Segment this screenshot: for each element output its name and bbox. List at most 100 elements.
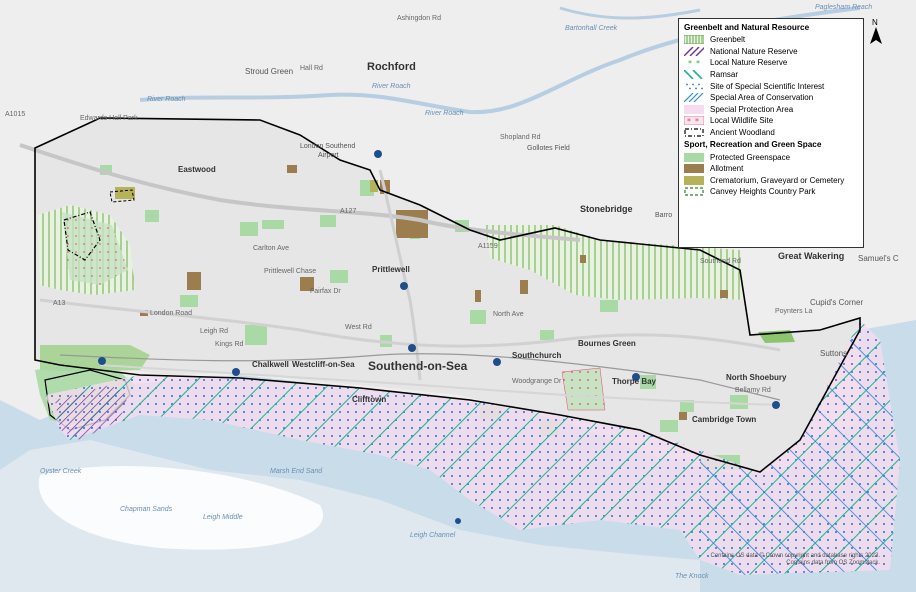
spa-swatch-icon (684, 104, 704, 114)
label-clifftown: Clifftown (352, 395, 386, 404)
svg-text:*: * (688, 59, 692, 67)
legend-label-greenbelt: Greenbelt (710, 35, 746, 45)
legend-label-nnr: National Nature Reserve (710, 46, 798, 56)
legend-row-cemetery: Crematorium, Graveyard or Cemetery (684, 175, 858, 187)
legend-label-spa: Special Protection Area (710, 104, 794, 114)
label-stroud-green: Stroud Green (245, 67, 293, 76)
legend-row-nnr: National Nature Reserve (684, 46, 858, 58)
label-airport: London Southend (300, 143, 355, 150)
label-north-ave: North Ave (493, 311, 524, 318)
legend-label-lws: Local Wildlife Site (710, 116, 774, 126)
label-chalkwell: Chalkwell (252, 360, 289, 369)
greenspace-swatch-icon (684, 152, 704, 162)
legend-row-lnr: * * Local Nature Reserve (684, 57, 858, 69)
legend-row-lws: * * Local Wildlife Site (684, 115, 858, 127)
sssi-swatch-icon (686, 83, 703, 90)
thorpe-bay-wildlife-site (561, 367, 606, 411)
label-prittlewell-chase: Prittlewell Chase (264, 268, 316, 275)
label-river-roach-3: River Roach (425, 110, 464, 117)
ancient-woodland-swatch-icon (684, 128, 704, 137)
label-the-knock: The Knock (675, 573, 709, 580)
label-eastwood: Eastwood (178, 165, 216, 174)
legend-label-country-park: Canvey Heights Country Park (710, 187, 816, 197)
north-label: N (872, 18, 878, 27)
label-stonebridge: Stonebridge (580, 204, 633, 214)
legend-row-sssi: Site of Special Scientific Interest (684, 80, 858, 92)
label-ashingdon-rd: Ashingdon Rd (397, 15, 441, 22)
legend-row-ramsar: Ramsar (684, 69, 858, 81)
cemetery-swatch-icon (684, 175, 704, 185)
label-suttons: Suttons (820, 349, 847, 358)
legend-label-allotment: Allotment (710, 164, 744, 174)
legend-row-country-park: Canvey Heights Country Park (684, 186, 858, 198)
label-bournes-green: Bournes Green (578, 339, 636, 348)
label-southchurch: Southchurch (512, 351, 561, 360)
label-a1015: A1015 (5, 111, 25, 118)
label-london-road: London Road (150, 310, 192, 317)
label-north-shoebury: North Shoebury (726, 373, 787, 382)
sac-swatch-icon (684, 93, 704, 103)
legend-label-lnr: Local Nature Reserve (710, 58, 788, 68)
map-attribution: Contains OS data © Crown copyright and d… (710, 553, 880, 566)
legend-label-ancient-woodland: Ancient Woodland (710, 128, 775, 138)
legend-heading-green: Sport, Recreation and Green Space (684, 140, 822, 150)
legend-row-allotment: Allotment (684, 163, 858, 175)
legend-label-greenspace: Protected Greenspace (710, 152, 791, 162)
label-carlton-ave: Carlton Ave (253, 245, 289, 252)
label-leigh-rd: Leigh Rd (200, 328, 228, 335)
label-edwards-hall-park: Edwards Hall Park (80, 115, 138, 122)
label-oyster-creek: Oyster Creek (40, 468, 82, 475)
map-legend: Greenbelt and Natural Resource Greenbelt… (678, 18, 864, 248)
label-bellamy-rd: Bellamy Rd (735, 387, 771, 394)
label-bartonhall-creek: Bartonhall Creek (565, 25, 618, 32)
label-a13: A13 (53, 300, 66, 307)
allotment-swatch-icon (684, 164, 704, 174)
legend-heading-natural: Greenbelt and Natural Resource (684, 23, 810, 32)
legend-row-sac: Special Area of Conservation (684, 92, 858, 104)
legend-row-spa: Special Protection Area (684, 104, 858, 116)
legend-row-greenspace: Protected Greenspace (684, 151, 858, 163)
country-park-swatch-icon (684, 187, 704, 197)
legend-label-ramsar: Ramsar (710, 70, 739, 80)
label-fairfax-dr: Fairfax Dr (310, 288, 341, 295)
label-chapman-sands: Chapman Sands (120, 506, 173, 513)
label-westcliff: Westcliff-on-Sea (292, 360, 355, 369)
label-leigh-middle: Leigh Middle (203, 514, 243, 521)
label-a1159: A1159 (478, 243, 498, 250)
legend-label-sssi: Site of Special Scientific Interest (710, 81, 825, 91)
label-paglesham-reach: Paglesham Reach (815, 4, 872, 11)
label-thorpe-bay: Thorpe Bay (612, 377, 657, 386)
label-poynters-la: Poynters La (775, 308, 812, 315)
lws-swatch-icon: * * (684, 116, 704, 126)
label-southend-rd: Southend Rd (700, 258, 741, 265)
label-kings-rd: Kings Rd (215, 341, 244, 348)
label-rochford: Rochford (367, 61, 416, 73)
label-southend: Southend-on-Sea (368, 359, 468, 373)
svg-text:*: * (695, 117, 699, 125)
north-arrow-icon: N (870, 18, 882, 44)
svg-text:*: * (687, 117, 691, 125)
legend-label-sac: Special Area of Conservation (710, 93, 814, 103)
label-leigh-channel: Leigh Channel (410, 532, 456, 539)
lnr-swatch-icon: * * (688, 59, 700, 67)
label-river-roach-2: River Roach (372, 83, 411, 90)
label-river-roach-1: River Roach (147, 96, 186, 103)
label-woodgrange-dr: Woodgrange Dr (512, 378, 562, 385)
label-barrow: Barro (655, 212, 672, 219)
nnr-swatch-icon (684, 46, 704, 56)
legend-label-cemetery: Crematorium, Graveyard or Cemetery (710, 175, 845, 185)
label-shopland-rd: Shopland Rd (500, 134, 541, 141)
label-west-rd: West Rd (345, 324, 372, 331)
label-prittlewell: Prittlewell (372, 265, 410, 274)
label-great-wakering: Great Wakering (778, 251, 844, 261)
label-airport-2: Airport (318, 152, 339, 159)
svg-text:*: * (696, 59, 700, 67)
label-marsh-end-sand: Marsh End Sand (270, 468, 323, 475)
label-gollotes-field: Gollotes Field (527, 145, 570, 152)
legend-row-greenbelt: Greenbelt (684, 34, 858, 46)
ramsar-swatch-icon (684, 70, 703, 80)
label-cupids-corner: Cupid's Corner (810, 298, 863, 307)
legend-row-ancient-woodland: Ancient Woodland (684, 127, 858, 139)
label-a127: A127 (340, 208, 356, 215)
label-hall-rd: Hall Rd (300, 65, 323, 72)
